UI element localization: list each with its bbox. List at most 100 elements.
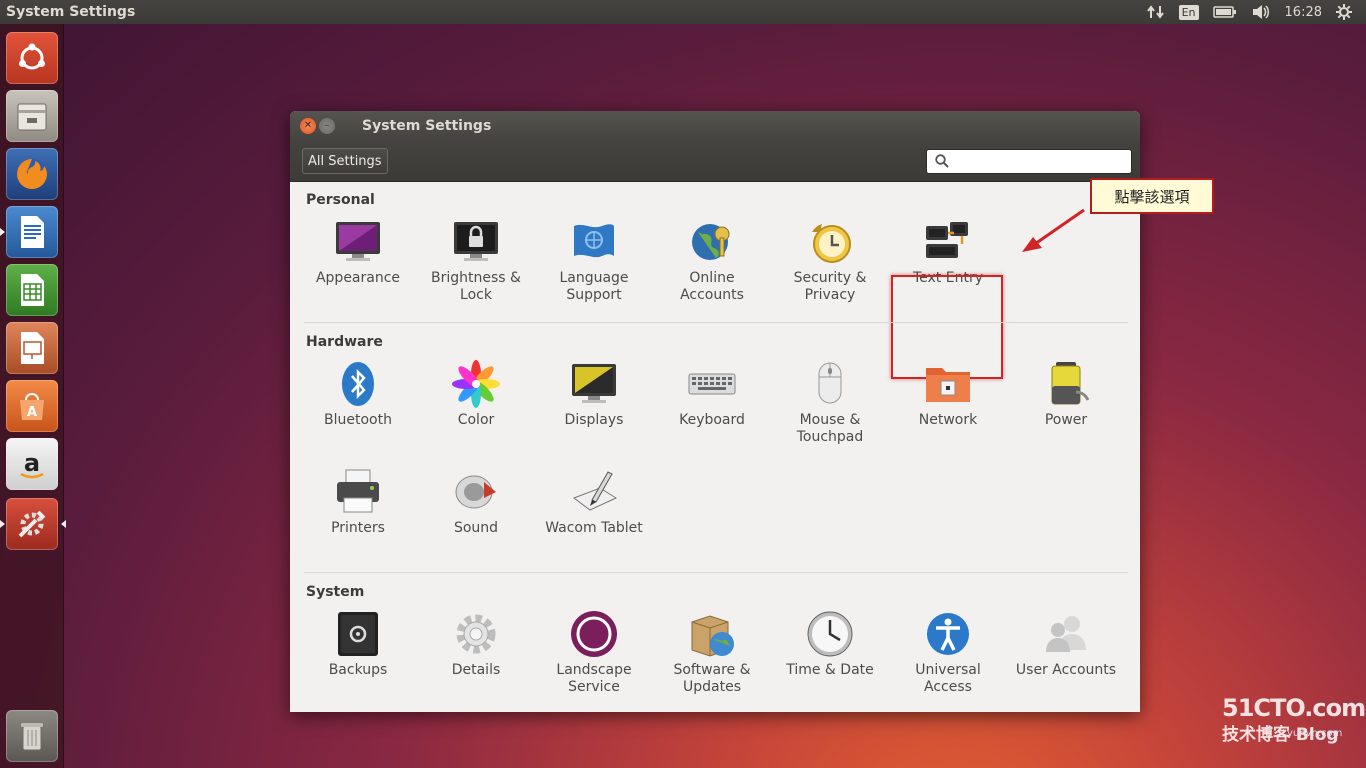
settings-item-label: Backups [328, 662, 388, 678]
settings-item-label: Keyboard [679, 412, 745, 428]
svg-text:A: A [27, 405, 37, 420]
settings-item-user-accounts[interactable]: User Accounts [1010, 610, 1122, 679]
launcher-running-indicator [0, 228, 5, 236]
settings-item-label: Mouse & [799, 412, 861, 428]
settings-item-label: Landscape [556, 662, 632, 678]
amazon-icon[interactable]: a [6, 438, 58, 490]
settings-item-label: Color [457, 412, 495, 428]
settings-item-color[interactable]: Color [420, 360, 532, 429]
window-title: System Settings [362, 118, 492, 134]
sound-speaker-icon [455, 475, 496, 509]
libreoffice-writer-icon[interactable] [0, 206, 58, 258]
settings-item-landscape-service[interactable]: Landscape Service [538, 610, 650, 696]
libreoffice-calc-icon[interactable] [6, 264, 58, 316]
settings-item-label: Language [559, 270, 629, 286]
network-folder-icon [926, 368, 970, 402]
settings-item-brightness-lock[interactable]: Brightness & Lock [420, 218, 532, 304]
section-title-system: System [306, 584, 365, 600]
settings-item-network[interactable]: Network [892, 360, 1004, 429]
top-panel-title: System Settings [6, 4, 136, 20]
settings-item-label: Access [924, 679, 972, 695]
section-divider [304, 572, 1128, 573]
settings-item-label: Power [1044, 412, 1088, 428]
files-icon[interactable] [6, 90, 58, 142]
search-icon [935, 154, 949, 168]
settings-item-label: Support [566, 287, 622, 303]
security-privacy-icon [812, 224, 851, 263]
settings-item-mouse-touchpad[interactable]: Mouse & Touchpad [774, 360, 886, 446]
minimize-window-button[interactable]: – [319, 118, 335, 134]
clock-icon [807, 611, 853, 657]
settings-item-time-date[interactable]: Time & Date [774, 610, 886, 679]
bluetooth-icon [342, 362, 374, 406]
session-gear-icon[interactable] [1336, 0, 1352, 24]
landscape-service-icon [571, 611, 617, 657]
displays-icon [572, 364, 616, 403]
volume-icon[interactable] [1251, 0, 1271, 24]
watermark-brand: 51CTO.com [1222, 694, 1366, 722]
settings-item-power[interactable]: Power [1010, 360, 1122, 429]
search-box[interactable] [926, 148, 1132, 174]
settings-item-software-updates[interactable]: Software & Updates [656, 610, 768, 696]
search-input[interactable] [955, 153, 1131, 169]
settings-item-universal-access[interactable]: Universal Access [892, 610, 1004, 696]
settings-item-sound[interactable]: Sound [420, 468, 532, 537]
settings-item-label: Details [451, 662, 501, 678]
user-accounts-icon [1046, 616, 1086, 652]
universal-access-icon [927, 613, 969, 655]
software-center-icon[interactable]: A [6, 380, 58, 432]
brightness-lock-icon [454, 222, 498, 261]
watermark: 51CTO.com 技术博客 Blog yunvn.com [1222, 694, 1366, 745]
wacom-tablet-icon [572, 471, 618, 511]
settings-item-label: Printers [331, 520, 385, 536]
trash-icon[interactable] [6, 710, 58, 762]
settings-item-label: Security & [793, 270, 867, 286]
settings-item-label: Bluetooth [324, 412, 392, 428]
power-battery-icon [1051, 362, 1090, 405]
settings-item-label: Online [689, 270, 735, 286]
clock[interactable]: 16:28 [1285, 0, 1322, 24]
firefox-icon[interactable] [6, 148, 58, 200]
close-window-button[interactable]: ✕ [300, 118, 316, 134]
system-settings-icon[interactable] [0, 498, 66, 550]
backups-safe-icon [338, 612, 378, 656]
section-divider [304, 322, 1128, 323]
window-toolbar: All Settings [290, 141, 1140, 182]
settings-item-label: Displays [564, 412, 624, 428]
settings-item-label: Software & [673, 662, 751, 678]
launcher-running-indicator [0, 520, 5, 528]
settings-item-language-support[interactable]: Language Support [538, 218, 650, 304]
settings-item-bluetooth[interactable]: Bluetooth [302, 360, 414, 429]
settings-item-appearance[interactable]: Appearance [302, 218, 414, 287]
settings-item-label: Appearance [315, 270, 401, 286]
settings-item-online-accounts[interactable]: Online Accounts [656, 218, 768, 304]
keyboard-layout-indicator[interactable]: En [1178, 4, 1199, 20]
system-settings-window: ✕ – System Settings All Settings Persona… [290, 111, 1140, 712]
watermark-url: yunvn.com [1287, 728, 1343, 739]
settings-item-label: Touchpad [796, 429, 864, 445]
appearance-icon [336, 222, 380, 261]
settings-item-keyboard[interactable]: Keyboard [656, 360, 768, 429]
ubuntu-dash-icon[interactable] [6, 32, 58, 84]
svg-text:a: a [24, 449, 40, 477]
settings-item-label: Lock [460, 287, 492, 303]
settings-item-backups[interactable]: Backups [302, 610, 414, 679]
battery-icon[interactable] [1212, 0, 1237, 24]
software-updates-icon [691, 615, 734, 657]
settings-item-details[interactable]: Details [420, 610, 532, 679]
settings-item-label: Sound [453, 520, 499, 536]
settings-item-printers[interactable]: Printers [302, 468, 414, 537]
settings-item-label: Universal [915, 662, 981, 678]
settings-item-label: Service [568, 679, 620, 695]
text-entry-icon [926, 222, 968, 258]
window-titlebar[interactable]: ✕ – System Settings [290, 111, 1140, 141]
section-title-personal: Personal [306, 192, 375, 208]
settings-item-wacom-tablet[interactable]: Wacom Tablet [538, 468, 650, 537]
settings-item-security-privacy[interactable]: Security & Privacy [774, 218, 886, 304]
settings-item-label: Privacy [804, 287, 856, 303]
all-settings-button[interactable]: All Settings [302, 148, 388, 174]
settings-item-displays[interactable]: Displays [538, 360, 650, 429]
libreoffice-impress-icon[interactable] [6, 322, 58, 374]
annotation-callout: 點擊該選項 [1090, 178, 1214, 214]
network-transfer-icon[interactable] [1146, 0, 1165, 24]
